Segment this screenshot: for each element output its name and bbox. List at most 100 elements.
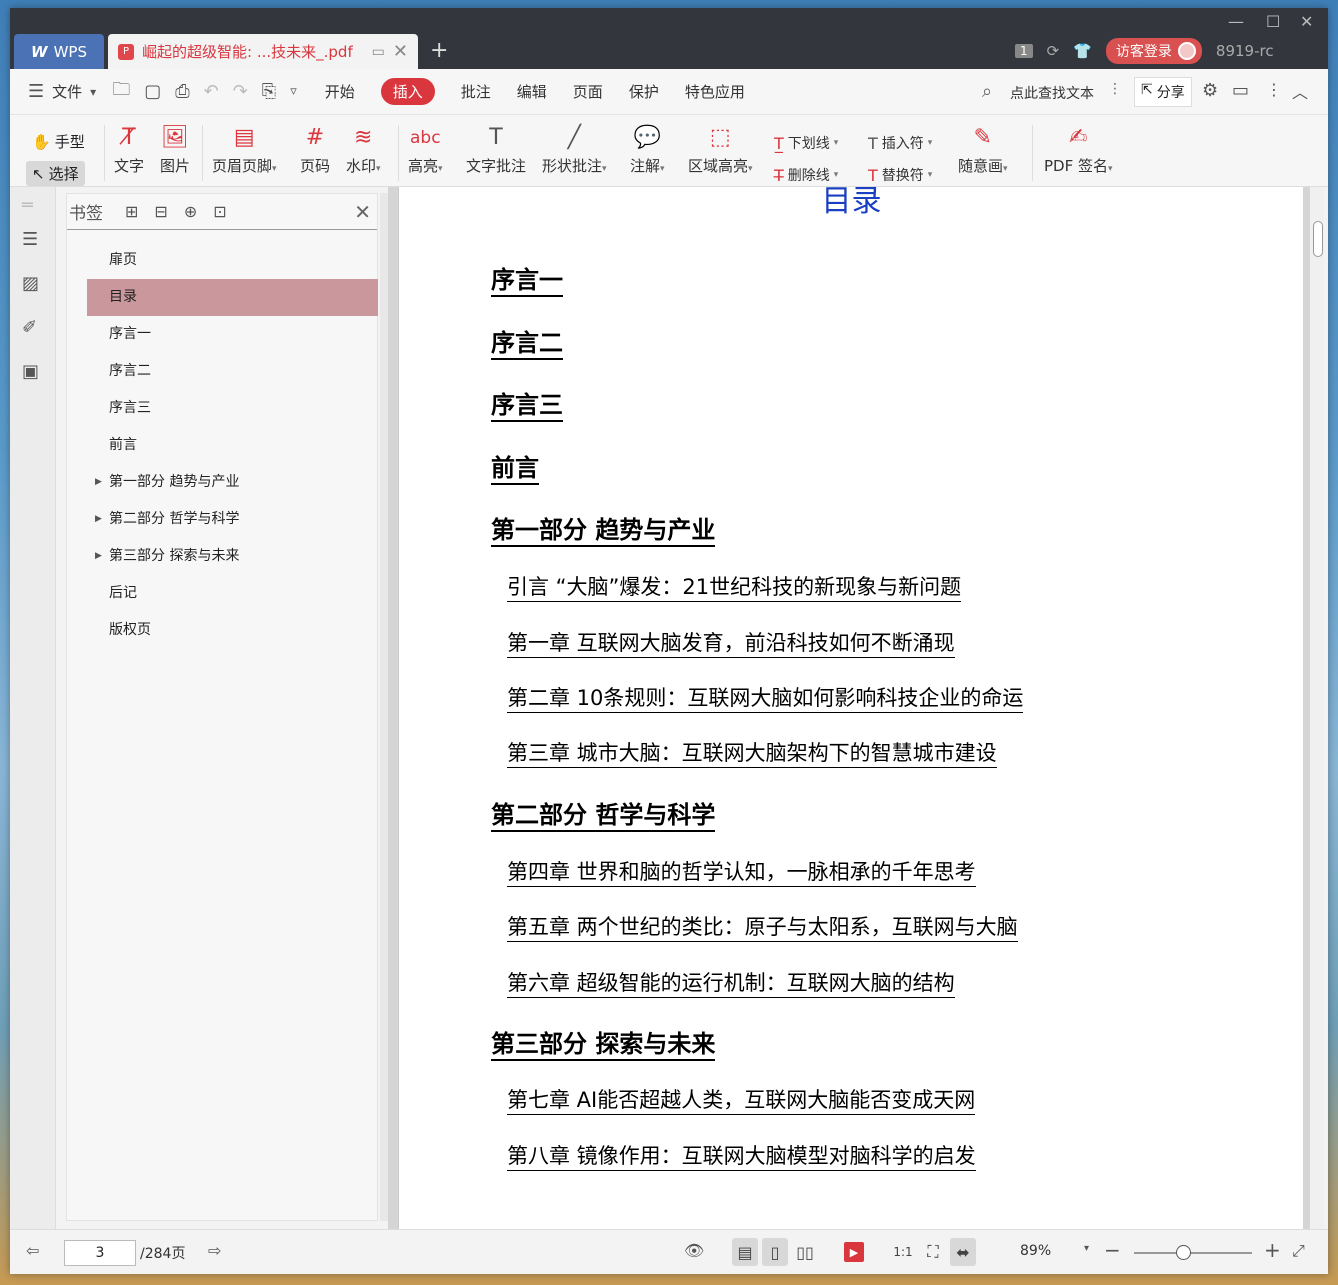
wps-home-tab[interactable]: W WPS bbox=[14, 34, 104, 69]
add-bookmark-icon[interactable]: ⊕ bbox=[184, 202, 197, 221]
zoom-out-icon[interactable]: − bbox=[1104, 1238, 1121, 1262]
replace-mark-button[interactable]: T 替换符 ▾ bbox=[868, 165, 932, 185]
bookmark-item[interactable]: ▶ 第三部分 探索与未来 bbox=[87, 538, 378, 575]
zoom-slider[interactable] bbox=[1134, 1245, 1252, 1260]
toc-chapter-link[interactable]: 第八章 镜像作用：互联网大脑模型对脑科学的启发 bbox=[507, 1143, 976, 1171]
minimize-icon[interactable]: — bbox=[1228, 12, 1244, 31]
settings-gear-icon[interactable]: ⚙ bbox=[1202, 80, 1218, 101]
expand-arrow-icon[interactable]: ▶ bbox=[95, 464, 102, 500]
maximize-icon[interactable]: ☐ bbox=[1266, 12, 1280, 31]
toc-chapter-link[interactable]: 第二章 10条规则：互联网大脑如何影响科技企业的命运 bbox=[507, 685, 1024, 713]
more-dropdown-icon[interactable]: ▿ bbox=[290, 84, 297, 99]
search-icon[interactable]: ⌕ bbox=[982, 81, 992, 102]
shape-annotation-button[interactable]: ╱ 形状批注▾ bbox=[542, 123, 607, 176]
file-menu[interactable]: 文件 bbox=[52, 81, 82, 102]
continuous-view-icon[interactable]: ▤ bbox=[732, 1238, 758, 1266]
play-slideshow-icon[interactable]: ▶ bbox=[844, 1242, 864, 1262]
export-icon[interactable]: ⎘ bbox=[262, 81, 276, 102]
window-count-badge[interactable]: 1 bbox=[1015, 44, 1033, 58]
redo-icon[interactable]: ↷ bbox=[233, 81, 248, 102]
page-number-input[interactable]: 3 bbox=[64, 1240, 136, 1266]
zoom-slider-knob[interactable] bbox=[1176, 1245, 1191, 1260]
hamburger-menu-icon[interactable]: ☰ bbox=[28, 81, 44, 102]
search-more-icon[interactable]: ⋮ bbox=[1108, 81, 1122, 97]
area-highlight-button[interactable]: ⬚ 区域高亮▾ bbox=[688, 123, 753, 176]
pdf-sign-button[interactable]: ✍ PDF 签名▾ bbox=[1044, 123, 1113, 176]
page-number-button[interactable]: # 页码 bbox=[300, 123, 330, 176]
insert-image-button[interactable]: 🖼 图片 bbox=[160, 123, 190, 176]
chevron-down-icon[interactable]: ▾ bbox=[90, 85, 96, 99]
share-button[interactable]: ⇱ 分享 bbox=[1134, 77, 1192, 107]
toc-heading[interactable]: 序言三 bbox=[491, 390, 563, 422]
header-footer-button[interactable]: ▤ 页眉页脚▾ bbox=[212, 123, 277, 176]
signature-panel-icon[interactable]: ▣ bbox=[22, 361, 39, 382]
bookmark-item[interactable]: 扉页 bbox=[87, 242, 378, 279]
toc-heading[interactable]: 第二部分 哲学与科学 bbox=[491, 800, 716, 832]
text-annotation-button[interactable]: T 文字批注 bbox=[466, 123, 526, 176]
document-tab[interactable]: P 崛起的超级智能: ...技未来_.pdf ▭ ✕ bbox=[108, 34, 418, 69]
toc-chapter-link[interactable]: 第三章 城市大脑：互联网大脑架构下的智慧城市建设 bbox=[507, 740, 997, 768]
bookmark-item[interactable]: 后记 bbox=[87, 575, 378, 612]
bookmark-item[interactable]: 序言三 bbox=[87, 390, 378, 427]
comment-icon[interactable]: ▭ bbox=[1232, 80, 1249, 101]
toc-heading[interactable]: 第一部分 趋势与产业 bbox=[491, 515, 716, 547]
undo-icon[interactable]: ↶ bbox=[204, 81, 219, 102]
sync-icon[interactable]: ⟳ bbox=[1047, 42, 1060, 60]
bookmark-item[interactable]: ▶ 第二部分 哲学与科学 bbox=[87, 501, 378, 538]
expand-arrow-icon[interactable]: ▶ bbox=[95, 538, 102, 574]
toc-heading[interactable]: 序言一 bbox=[491, 265, 563, 297]
freehand-button[interactable]: ✎ 随意画▾ bbox=[958, 123, 1008, 176]
note-button[interactable]: 💬 注解▾ bbox=[630, 123, 665, 176]
watermark-button[interactable]: ≋ 水印▾ bbox=[346, 123, 381, 176]
toc-chapter-link[interactable]: 第一章 互联网大脑发育，前沿科技如何不断涌现 bbox=[507, 630, 955, 658]
zoom-in-icon[interactable]: + bbox=[1264, 1238, 1281, 1262]
toc-heading[interactable]: 第三部分 探索与未来 bbox=[491, 1029, 716, 1061]
bookmark-item[interactable]: 目录 bbox=[87, 279, 378, 316]
login-button[interactable]: 访客登录 bbox=[1105, 38, 1202, 64]
two-page-view-icon[interactable]: ▯▯ bbox=[792, 1238, 818, 1266]
open-folder-icon[interactable]: 🗀 bbox=[112, 77, 130, 107]
insert-text-button[interactable]: T̸ 文字 bbox=[114, 123, 144, 176]
zoom-dropdown-icon[interactable]: ▾ bbox=[1084, 1243, 1089, 1254]
save-icon[interactable]: ▢ bbox=[144, 81, 161, 102]
expand-all-icon[interactable]: ⊞ bbox=[125, 202, 138, 221]
bookmark-item[interactable]: 序言一 bbox=[87, 316, 378, 353]
bookmark-item[interactable]: 版权页 bbox=[87, 612, 378, 649]
hand-tool-button[interactable]: ✋ 手型 bbox=[26, 129, 91, 154]
menu-annotate[interactable]: 批注 bbox=[461, 81, 491, 102]
thumbnail-icon[interactable]: ▨ bbox=[22, 273, 39, 294]
panel-scrollbar[interactable] bbox=[380, 193, 388, 1221]
close-tab-icon[interactable]: ✕ bbox=[393, 41, 408, 62]
monitor-icon[interactable]: ▭ bbox=[372, 44, 385, 60]
single-page-view-icon[interactable]: ▯ bbox=[762, 1238, 788, 1266]
new-tab-button[interactable]: + bbox=[430, 38, 448, 63]
toc-chapter-link[interactable]: 引言 “大脑”爆发：21世纪科技的新现象与新问题 bbox=[507, 574, 962, 602]
toc-chapter-link[interactable]: 第四章 世界和脑的哲学认知，一脉相承的千年思考 bbox=[507, 859, 976, 887]
menu-special[interactable]: 特色应用 bbox=[685, 81, 745, 102]
collapse-ribbon-icon[interactable]: ︿ bbox=[1292, 79, 1308, 103]
bookmark-item[interactable]: 前言 bbox=[87, 427, 378, 464]
underline-button[interactable]: T̲ 下划线 ▾ bbox=[774, 133, 838, 153]
scrollbar-thumb[interactable] bbox=[1313, 221, 1323, 257]
document-scrollbar[interactable] bbox=[1310, 187, 1324, 1229]
prev-page-icon[interactable]: ⇦ bbox=[26, 1241, 39, 1260]
highlight-button[interactable]: abc 高亮▾ bbox=[408, 123, 443, 176]
close-window-icon[interactable]: ✕ bbox=[1300, 12, 1313, 31]
eye-protection-icon[interactable]: 👁 bbox=[684, 1241, 704, 1260]
print-icon[interactable]: ⎙ bbox=[175, 81, 189, 102]
collapse-all-icon[interactable]: ⊟ bbox=[154, 202, 167, 221]
strikethrough-button[interactable]: T̶ 删除线 ▾ bbox=[774, 165, 838, 185]
toc-heading[interactable]: 前言 bbox=[491, 453, 539, 485]
fullscreen-icon[interactable]: ⤢ bbox=[1292, 1241, 1305, 1261]
toc-chapter-link[interactable]: 第六章 超级智能的运行机制：互联网大脑的结构 bbox=[507, 970, 955, 998]
actual-size-icon[interactable]: 1:1 bbox=[890, 1238, 916, 1266]
search-text-field[interactable]: 点此查找文本 bbox=[1010, 83, 1094, 103]
bookmark-item[interactable]: ▶ 第一部分 趋势与产业 bbox=[87, 464, 378, 501]
zoom-level[interactable]: 89% bbox=[1020, 1243, 1051, 1259]
expand-arrow-icon[interactable]: ▶ bbox=[95, 501, 102, 537]
bookmark-options-icon[interactable]: ⊡ bbox=[213, 202, 226, 221]
toc-chapter-link[interactable]: 第五章 两个世纪的类比：原子与太阳系，互联网与大脑 bbox=[507, 914, 1018, 942]
fit-width-icon[interactable]: ⬌ bbox=[950, 1238, 976, 1266]
next-page-icon[interactable]: ⇨ bbox=[208, 1241, 221, 1260]
menu-insert[interactable]: 插入 bbox=[380, 78, 435, 105]
